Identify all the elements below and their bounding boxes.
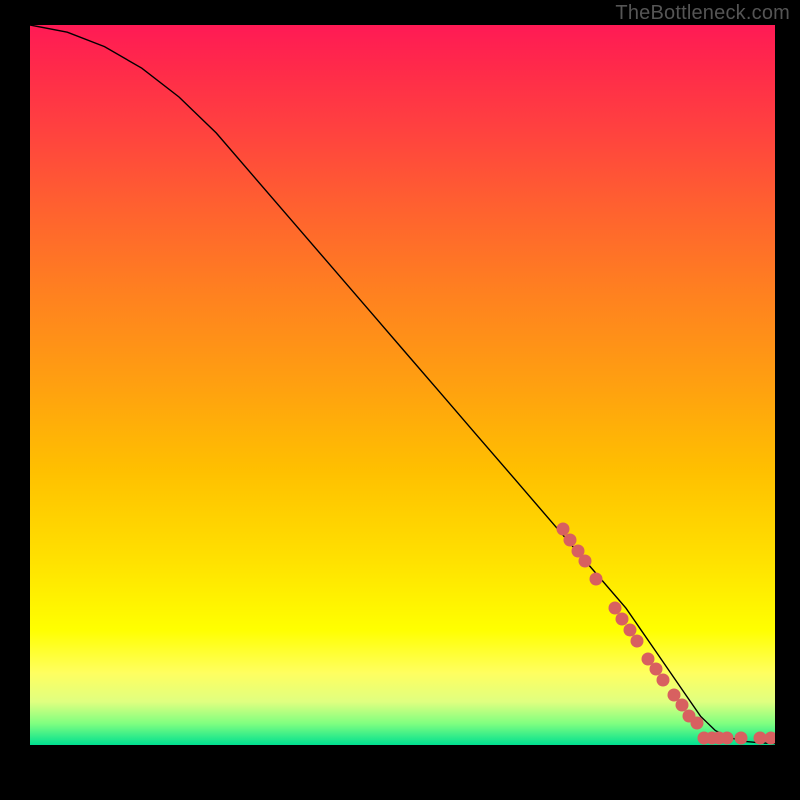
data-point-marker (735, 731, 748, 744)
performance-curve (30, 25, 775, 745)
plot-area (30, 25, 775, 745)
curve-path (30, 25, 775, 744)
data-point-marker (690, 717, 703, 730)
data-point-marker (579, 555, 592, 568)
data-point-marker (720, 731, 733, 744)
watermark-text: TheBottleneck.com (615, 2, 790, 25)
data-point-marker (590, 573, 603, 586)
data-point-marker (657, 674, 670, 687)
data-point-marker (631, 634, 644, 647)
data-point-marker (765, 731, 775, 744)
